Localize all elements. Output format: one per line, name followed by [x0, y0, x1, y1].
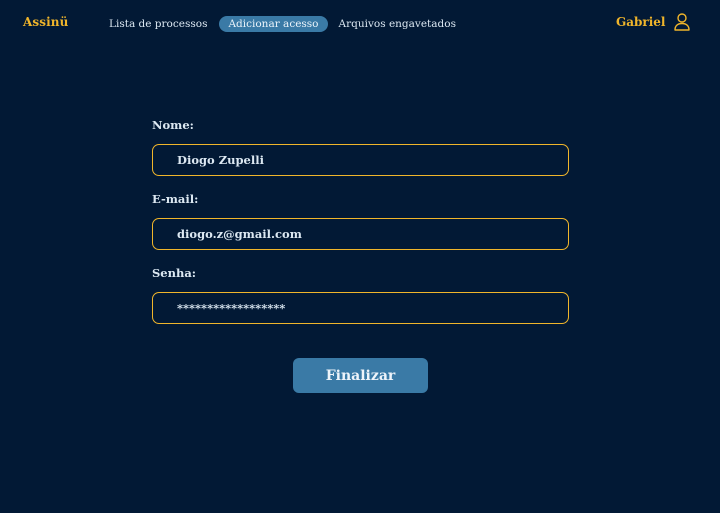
- finalizar-button[interactable]: Finalizar: [293, 358, 428, 393]
- nav-item-lista-de-processos[interactable]: Lista de processos: [100, 16, 216, 32]
- password-field[interactable]: [152, 292, 569, 324]
- user-name[interactable]: Gabriel: [616, 15, 666, 29]
- password-label: Senha:: [152, 266, 197, 280]
- brand-logo[interactable]: Assinü: [23, 15, 68, 29]
- nav-item-adicionar-acesso[interactable]: Adicionar acesso: [219, 16, 328, 32]
- email-label: E-mail:: [152, 192, 199, 206]
- name-label: Nome:: [152, 118, 194, 132]
- email-field[interactable]: [152, 218, 569, 250]
- main-nav: Lista de processos Adicionar acesso Arqu…: [100, 16, 466, 32]
- user-icon[interactable]: [674, 13, 690, 31]
- name-field[interactable]: [152, 144, 569, 176]
- nav-item-arquivos-engavetados[interactable]: Arquivos engavetados: [330, 16, 465, 32]
- add-access-form: Nome: E-mail: Senha:: [152, 118, 569, 340]
